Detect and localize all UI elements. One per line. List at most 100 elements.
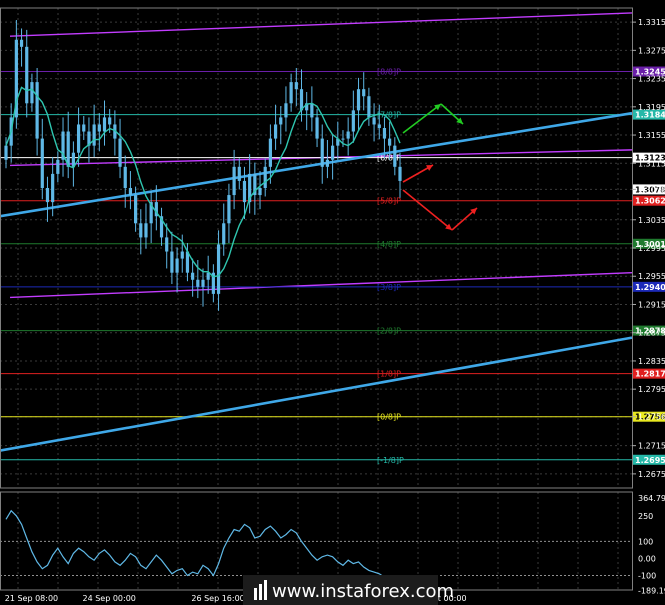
murrey-label: [0/8]P bbox=[377, 413, 401, 422]
murrey-tag-text: 1.2940 bbox=[635, 283, 665, 292]
candle-body bbox=[118, 138, 122, 167]
candle-body bbox=[180, 251, 184, 259]
cci-tick-label: 250 bbox=[638, 512, 653, 521]
candle-body bbox=[351, 110, 355, 132]
candle-body bbox=[242, 180, 247, 203]
candle-body bbox=[258, 188, 262, 196]
candle-body bbox=[294, 82, 298, 90]
x-tick-label: 24 Sep 00:00 bbox=[83, 594, 136, 603]
candle-body bbox=[284, 103, 288, 118]
candle-body bbox=[92, 124, 96, 146]
cci-tick-label: -189.194 bbox=[638, 587, 665, 596]
candle-body bbox=[393, 145, 397, 167]
y-tick-label: 1.2995 bbox=[638, 244, 665, 253]
y-tick-label: 1.3235 bbox=[638, 75, 665, 84]
candle-body bbox=[227, 195, 231, 224]
candle-body bbox=[232, 166, 236, 196]
candle-body bbox=[35, 82, 39, 139]
candle-body bbox=[279, 117, 283, 125]
y-tick-label: 1.2675 bbox=[638, 470, 665, 479]
candle-body bbox=[82, 124, 86, 132]
candle-body bbox=[40, 138, 44, 188]
murrey-label: [2/8]P bbox=[377, 327, 401, 336]
y-tick-label: 1.3078 bbox=[638, 185, 665, 194]
candle-body bbox=[268, 138, 272, 167]
candle-body bbox=[76, 124, 81, 153]
candle-body bbox=[346, 131, 350, 139]
candle-body bbox=[372, 117, 376, 125]
candle-body bbox=[315, 117, 319, 139]
candle-body bbox=[128, 188, 133, 196]
candle-body bbox=[30, 82, 34, 104]
candle-body bbox=[196, 279, 200, 287]
watermark: www.instaforex.com bbox=[243, 575, 454, 605]
candle-body bbox=[165, 237, 169, 252]
candle-body bbox=[377, 124, 381, 128]
watermark-text: www.instaforex.com bbox=[272, 581, 454, 602]
candle-body bbox=[216, 244, 221, 294]
candle-body bbox=[362, 89, 366, 97]
candle-body bbox=[201, 279, 205, 287]
candle-body bbox=[299, 89, 304, 111]
price-chart: [8/8]P 1.3245[7/8]P 1.3184[6/8]P 1.3123[5/8… bbox=[0, 0, 665, 605]
cci-tick-label: 100 bbox=[638, 537, 653, 546]
murrey-tag-text: 1.3184 bbox=[635, 111, 665, 120]
murrey-tag-text: 1.2695 bbox=[635, 456, 665, 465]
candle-body bbox=[263, 166, 267, 188]
candle-body bbox=[19, 39, 24, 47]
candle-body bbox=[144, 223, 148, 238]
y-tick-label: 1.2835 bbox=[638, 357, 665, 366]
candle-body bbox=[237, 166, 241, 181]
candle-body bbox=[139, 223, 143, 238]
candle-body bbox=[102, 117, 107, 132]
candle-body bbox=[273, 124, 278, 139]
x-tick-label: 21 Sep 08:00 bbox=[5, 594, 58, 603]
candle-body bbox=[175, 258, 179, 273]
y-tick-label: 1.3195 bbox=[638, 103, 665, 112]
candle-body bbox=[56, 159, 60, 174]
cci-tick-label: 0.00 bbox=[638, 554, 656, 563]
x-tick-label: 26 Sep 16:00 bbox=[191, 594, 244, 603]
murrey-label: [8/8]P bbox=[377, 68, 401, 77]
murrey-tag-text: 1.2817 bbox=[635, 370, 665, 379]
candle-body bbox=[289, 82, 293, 104]
candle-body bbox=[325, 159, 330, 167]
candle-body bbox=[123, 166, 127, 188]
murrey-label: [4/8]P bbox=[377, 240, 401, 249]
candle-body bbox=[341, 138, 345, 140]
cci-tick-label: -100 bbox=[638, 572, 656, 581]
y-tick-label: 1.2955 bbox=[638, 272, 665, 281]
candle-body bbox=[25, 46, 29, 104]
candle-body bbox=[206, 272, 210, 280]
candle-body bbox=[388, 138, 392, 146]
murrey-label: [7/8]P bbox=[377, 111, 401, 120]
murrey-label: [3/8]P bbox=[377, 283, 401, 292]
candle-body bbox=[97, 124, 101, 132]
y-tick-label: 1.3115 bbox=[638, 159, 665, 168]
y-tick-label: 1.2715 bbox=[638, 442, 665, 451]
candle-body bbox=[320, 138, 324, 167]
candle-body bbox=[4, 145, 8, 160]
y-tick-label: 1.3275 bbox=[638, 46, 665, 55]
candle-body bbox=[367, 96, 371, 118]
candle-body bbox=[51, 173, 55, 203]
candle-body bbox=[170, 251, 174, 273]
candle-body bbox=[331, 145, 335, 160]
y-tick-label: 1.2756 bbox=[638, 413, 665, 422]
y-tick-label: 1.3035 bbox=[638, 216, 665, 225]
candle-body bbox=[310, 103, 314, 118]
candle-body bbox=[108, 117, 112, 125]
y-tick-label: 1.2915 bbox=[638, 300, 665, 309]
murrey-label: [1/8]P bbox=[377, 370, 401, 379]
cci-tick-label: 364.7924 bbox=[638, 494, 665, 503]
murrey-label: [5/8]P bbox=[377, 197, 401, 206]
y-tick-label: 1.2875 bbox=[638, 329, 665, 338]
y-tick-label: 1.2795 bbox=[638, 385, 665, 394]
candle-body bbox=[356, 89, 361, 111]
murrey-tag-text: 1.3062 bbox=[635, 197, 665, 206]
candle-body bbox=[222, 223, 226, 245]
y-tick-label: 1.3315 bbox=[638, 18, 665, 27]
candle-body bbox=[134, 195, 138, 224]
candle-body bbox=[45, 188, 50, 203]
murrey-label: [-1/8]P bbox=[377, 456, 404, 465]
